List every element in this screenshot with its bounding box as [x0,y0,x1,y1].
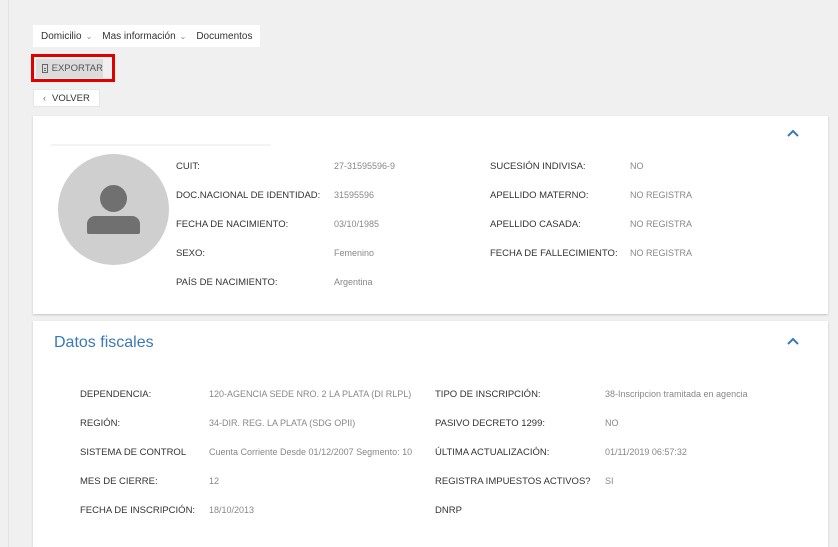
document-icon [42,64,48,73]
maternal-label: APELLIDO MATERNO: [490,190,589,201]
export-button[interactable]: EXPORTAR [36,59,103,78]
menu-item-domicilio[interactable]: Domicilio ⌄ [41,31,92,42]
death-label: FECHA DE FALLECIMIENTO: [490,248,618,259]
back-button-label: VOLVER [52,92,90,104]
back-button[interactable]: ‹ VOLVER [33,89,100,107]
fiscal-data-card: Datos fiscales DEPENDENCIA: 120-AGENCIA … [33,321,828,547]
cuit-value: 27-31595596-9 [334,161,396,171]
inscription-date-label: FECHA DE INSCRIPCIÓN: [80,505,196,516]
decree-value: NO [605,418,619,428]
chevron-up-icon[interactable] [787,337,801,349]
inscription-date-value: 18/10/2013 [209,505,255,515]
menu-item-label: Mas información [102,30,176,42]
export-button-label: EXPORTAR [51,63,103,74]
married-value: NO REGISTRA [630,219,693,229]
menu-item-documentos[interactable]: Documentos [196,31,252,42]
dependency-value: 120-AGENCIA SEDE NRO. 2 LA PLATA (DI RLP… [209,389,412,399]
dnrp-label: DNRP [435,505,462,516]
card-header-placeholder [51,144,271,146]
chevron-up-icon[interactable] [787,129,801,141]
taxes-value: SI [605,476,614,486]
doc-label: DOC.NACIONAL DE IDENTIDAD: [176,190,321,201]
region-label: REGIÓN: [80,418,121,429]
married-label: APELLIDO CASADA: [490,219,581,230]
maternal-value: NO REGISTRA [630,190,693,200]
section-title: Datos fiscales [54,334,154,351]
update-value: 01/11/2019 06:57:32 [605,447,687,457]
cuit-label: CUIT: [176,161,200,172]
menu-item-mas-informacion[interactable]: Mas información ⌄ [102,31,186,42]
region-value: 34-DIR. REG. LA PLATA (SDG OPII) [209,418,356,428]
closing-label: MES DE CIERRE: [80,476,158,487]
left-rule [8,0,9,547]
menu-item-label: Documentos [196,30,253,42]
doc-value: 31595596 [334,190,375,200]
sex-value: Femenino [334,248,375,258]
country-label: PAÍS DE NACIMIENTO: [176,277,278,288]
succession-value: NO [630,161,644,171]
chevron-down-icon: ⌄ [85,31,93,41]
control-label: SISTEMA DE CONTROL [80,447,187,458]
inscription-type-value: 38-Inscripcion tramitada en agencia [605,389,748,399]
update-label: ÚLTIMA ACTUALIZACIÓN: [435,447,550,458]
taxes-label: REGISTRA IMPUESTOS ACTIVOS? [435,476,591,487]
birth-label: FECHA DE NACIMIENTO: [176,219,289,230]
top-menu: Domicilio ⌄ Mas información ⌄ Documentos [33,25,261,47]
birth-value: 03/10/1985 [334,219,380,229]
country-value: Argentina [334,277,373,287]
succession-label: SUCESIÓN INDIVISA: [490,161,586,172]
inscription-type-label: TIPO DE INSCRIPCIÓN: [435,389,541,400]
dependency-label: DEPENDENCIA: [80,389,152,400]
person-avatar-icon [58,154,169,265]
sex-label: SEXO: [176,248,206,259]
chevron-left-icon: ‹ [43,93,46,103]
closing-value: 12 [209,476,220,486]
decree-label: PASIVO DECRETO 1299: [435,418,545,429]
control-value: Cuenta Corriente Desde 01/12/2007 Segmen… [209,447,413,457]
chevron-down-icon: ⌄ [179,31,187,41]
menu-item-label: Domicilio [41,30,82,42]
personal-data-card: CUIT: 27-31595596-9 DOC.NACIONAL DE IDEN… [33,116,828,314]
death-value: NO REGISTRA [630,248,693,258]
